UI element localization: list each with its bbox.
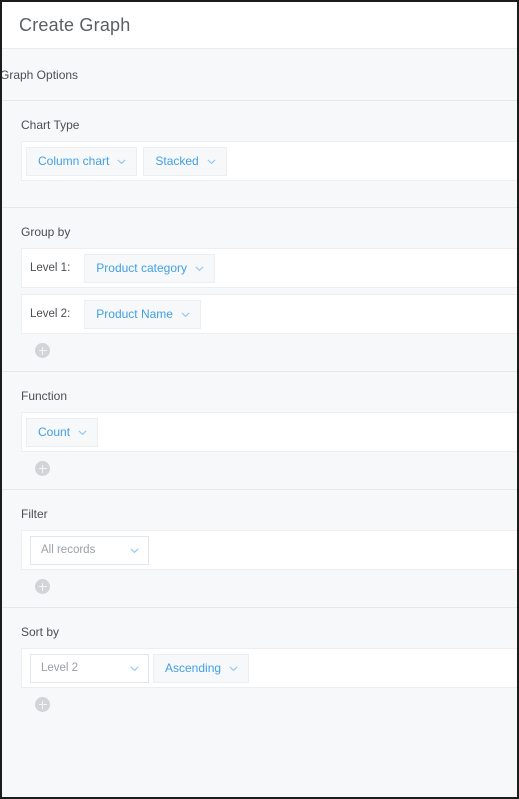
function-dropdown[interactable]: Count <box>26 417 99 447</box>
filter-value: All records <box>41 544 96 556</box>
section-function: Function Count <box>2 371 517 489</box>
page-title: Create Graph <box>19 14 131 35</box>
chevron-down-icon <box>194 263 205 274</box>
plus-icon[interactable] <box>35 343 50 358</box>
chevron-down-icon <box>129 545 140 556</box>
group-by-level-2-dropdown[interactable]: Product Name <box>84 299 201 329</box>
chevron-down-icon <box>77 427 88 438</box>
section-sort-by: Sort by Level 2 Ascending <box>2 607 517 727</box>
function-row: Count <box>21 412 517 452</box>
group-by-level-2-row: Level 2: Product Name <box>21 294 517 334</box>
section-label-group-by: Group by <box>21 225 71 239</box>
chart-kind-dropdown[interactable]: Column chart <box>26 146 138 176</box>
chart-kind-value: Column chart <box>38 154 110 168</box>
chevron-down-icon <box>129 663 140 674</box>
sort-field-select[interactable]: Level 2 <box>30 653 149 683</box>
sort-direction-dropdown[interactable]: Ascending <box>153 653 250 683</box>
create-graph-dialog: Create Graph Graph Options Chart Type Co… <box>0 0 519 799</box>
sort-by-add-wrap <box>2 688 517 725</box>
chevron-down-icon <box>206 156 217 167</box>
plus-icon[interactable] <box>35 579 50 594</box>
filter-select[interactable]: All records <box>30 535 149 565</box>
sort-field-value: Level 2 <box>41 662 79 674</box>
chevron-down-icon <box>180 309 191 320</box>
group-by-level-2-value: Product Name <box>96 307 173 321</box>
graph-options-label: Graph Options <box>0 67 79 82</box>
sort-by-row: Level 2 Ascending <box>21 648 517 688</box>
group-by-level-1-value: Product category <box>96 261 187 275</box>
section-chart-type: Chart Type Column chart Stacked <box>2 100 517 207</box>
section-filter: Filter All records <box>2 489 517 607</box>
sort-direction-value: Ascending <box>165 661 222 675</box>
filter-row: All records <box>21 530 517 570</box>
group-by-level-1-dropdown[interactable]: Product category <box>84 253 215 283</box>
group-by-level-1-row: Level 1: Product category <box>21 248 517 288</box>
chevron-down-icon <box>116 156 127 167</box>
section-label-chart-type: Chart Type <box>21 118 80 132</box>
chart-type-row: Column chart Stacked <box>21 141 517 181</box>
group-by-level-1-label: Level 1: <box>30 262 71 274</box>
chart-style-value: Stacked <box>155 154 199 168</box>
filter-add-wrap <box>2 570 517 607</box>
section-group-by: Group by Level 1: Product category Level… <box>2 207 517 371</box>
plus-icon[interactable] <box>35 697 50 712</box>
section-label-sort-by: Sort by <box>21 625 60 639</box>
function-add-wrap <box>2 452 517 489</box>
section-label-function: Function <box>21 389 68 403</box>
dialog-header: Create Graph <box>2 2 517 49</box>
group-by-add-wrap <box>2 334 517 371</box>
group-by-level-2-label: Level 2: <box>30 308 71 320</box>
function-value: Count <box>38 425 71 439</box>
chart-style-dropdown[interactable]: Stacked <box>143 146 227 176</box>
graph-options-bar: Graph Options <box>2 49 517 100</box>
plus-icon[interactable] <box>35 461 50 476</box>
section-label-filter: Filter <box>21 507 48 521</box>
chevron-down-icon <box>228 663 239 674</box>
